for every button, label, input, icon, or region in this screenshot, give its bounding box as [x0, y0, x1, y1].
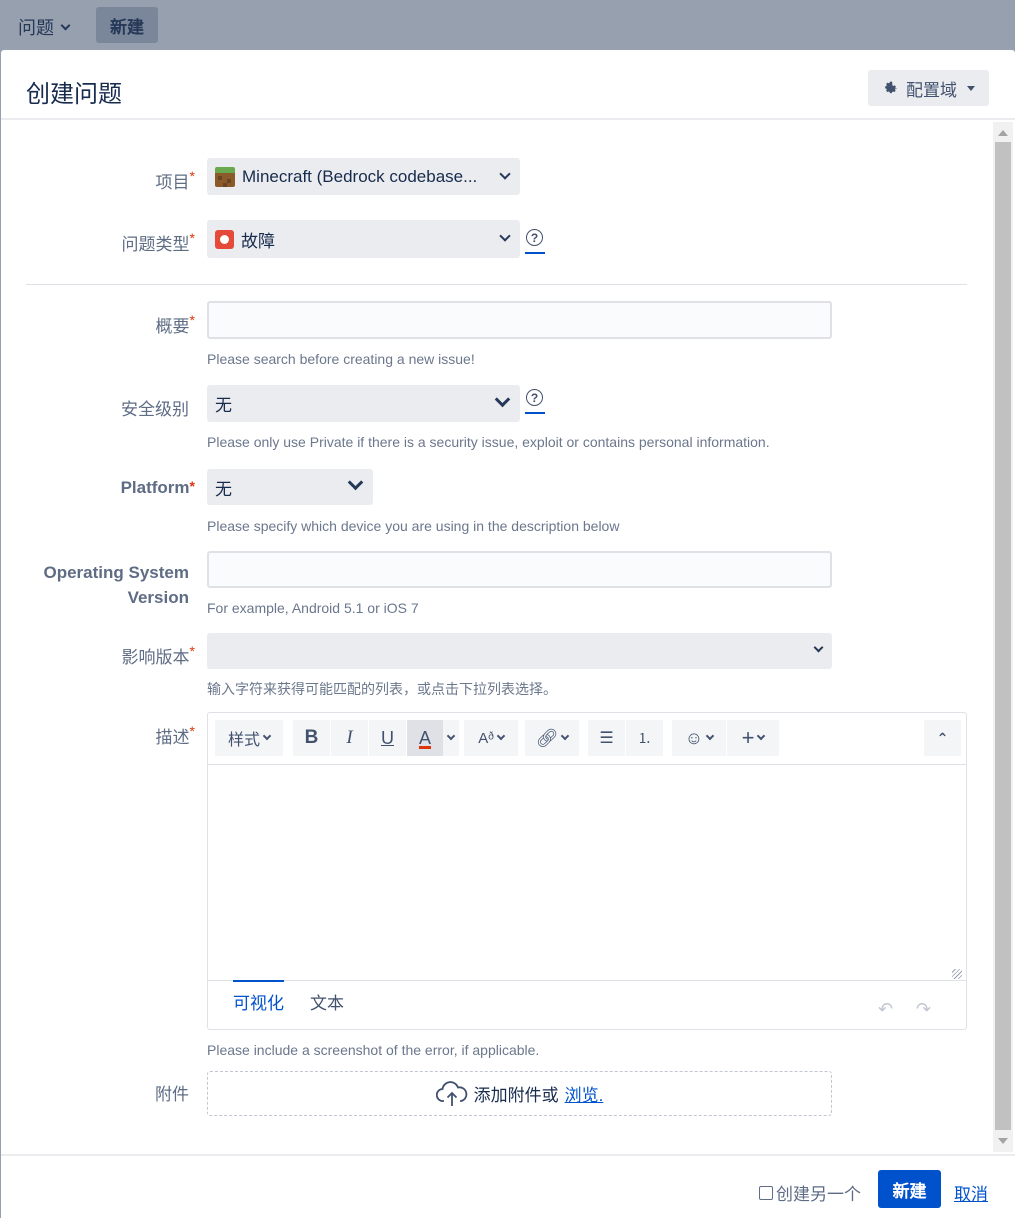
security-level-label: 安全级别: [121, 400, 189, 419]
chevron-down-icon: [494, 391, 511, 408]
undo-icon[interactable]: ↶: [878, 999, 893, 1020]
link-icon: 🔗︎: [535, 727, 559, 748]
bullet-list-icon: ☰: [599, 730, 614, 747]
bug-icon: [215, 229, 234, 249]
emoji-button[interactable]: ☺: [672, 720, 726, 756]
issues-menu[interactable]: 问题: [18, 14, 71, 40]
security-level-select[interactable]: 无: [207, 385, 520, 422]
divider: [26, 284, 967, 285]
project-label: 项目*: [155, 168, 195, 192]
minecraft-project-icon: [215, 166, 235, 187]
caret-down-icon: [967, 85, 975, 91]
numbered-list-button[interactable]: ⒈: [626, 720, 663, 756]
os-version-label: Operating System Version: [43, 563, 190, 607]
platform-select[interactable]: 无: [207, 469, 373, 505]
security-level-help-icon[interactable]: ?: [525, 389, 546, 414]
chevron-down-icon: [813, 642, 824, 653]
checkbox-box[interactable]: [759, 1185, 773, 1200]
scroll-up-icon[interactable]: [998, 130, 1008, 136]
browse-link[interactable]: 浏览.: [565, 1081, 604, 1106]
affects-version-label: 影响版本*: [121, 643, 195, 667]
chevron-down-icon: [347, 474, 364, 491]
issue-type-label: 问题类型*: [121, 230, 195, 254]
security-level-value: 无: [215, 396, 232, 415]
dialog-title: 创建问题: [26, 81, 122, 108]
tab-visual[interactable]: 可视化: [233, 980, 284, 1018]
description-editor: 样式 B I U A Aᶞ 🔗︎ ☰ ⒈ ☺ + ⌃ 可视化 文本 ↶ ↷: [207, 712, 967, 1030]
double-chevron-up-icon: ⌃: [936, 729, 949, 746]
issue-type-value: 故障: [241, 231, 275, 251]
editor-toolbar: 样式 B I U A Aᶞ 🔗︎ ☰ ⒈ ☺ + ⌃: [208, 713, 966, 765]
issues-menu-label: 问题: [18, 18, 54, 38]
style-dropdown[interactable]: 样式: [215, 720, 283, 756]
scroll-down-icon[interactable]: [998, 1138, 1008, 1144]
attachment-label: 附件: [155, 1085, 189, 1104]
resize-handle[interactable]: [952, 969, 962, 979]
scrollbar-thumb[interactable]: [995, 142, 1011, 1130]
description-hint: Please include a screenshot of the error…: [207, 1042, 540, 1058]
cloud-upload-icon: [435, 1080, 467, 1106]
create-button[interactable]: 新建: [878, 1170, 941, 1208]
issue-type-help-icon[interactable]: ?: [525, 229, 546, 254]
scrollbar[interactable]: [993, 122, 1013, 1152]
chevron-down-icon: [499, 168, 511, 180]
bold-button[interactable]: B: [293, 720, 330, 756]
create-another-label: 创建另一个: [776, 1185, 861, 1204]
dialog-footer: 创建另一个 新建 取消: [1, 1154, 1015, 1218]
platform-value: 无: [215, 479, 232, 499]
security-level-description: Please only use Private if there is a se…: [207, 434, 770, 450]
chevron-down-icon: [60, 20, 71, 30]
create-another-checkbox[interactable]: 创建另一个: [759, 1180, 861, 1205]
project-select[interactable]: Minecraft (Bedrock codebase...: [207, 158, 520, 195]
plus-icon: +: [741, 725, 755, 750]
summary-description: Please search before creating a new issu…: [207, 351, 475, 367]
platform-description: Please specify which device you are usin…: [207, 518, 620, 534]
dialog-header: 创建问题 配置域: [1, 50, 1015, 120]
affects-version-select[interactable]: [207, 633, 832, 669]
top-navigation: 问题 新建: [0, 0, 1015, 50]
editor-mode-tabs: 可视化 文本 ↶ ↷: [208, 980, 966, 1030]
bullet-list-button[interactable]: ☰: [588, 720, 625, 756]
numbered-list-icon: ⒈: [637, 730, 652, 746]
insert-more-button[interactable]: +: [727, 720, 779, 756]
chevron-down-icon: [499, 230, 511, 242]
text-effects-button[interactable]: Aᶞ: [464, 720, 518, 756]
underline-button[interactable]: U: [369, 720, 406, 756]
project-value: Minecraft (Bedrock codebase...: [242, 166, 478, 186]
link-button[interactable]: 🔗︎: [525, 720, 579, 756]
platform-label: Platform*: [120, 478, 195, 497]
cancel-link[interactable]: 取消: [954, 1180, 988, 1205]
italic-button[interactable]: I: [331, 720, 368, 756]
os-version-description: For example, Android 5.1 or iOS 7: [207, 600, 419, 616]
text-color-dropdown[interactable]: [443, 720, 459, 756]
gear-icon: [885, 81, 897, 94]
text-color-button[interactable]: A: [407, 720, 443, 756]
summary-input[interactable]: [207, 301, 832, 339]
configure-fields-label: 配置域: [906, 80, 957, 100]
nav-create-button[interactable]: 新建: [96, 7, 158, 43]
os-version-input[interactable]: [207, 551, 832, 588]
text-effects-icon: Aᶞ: [478, 729, 494, 747]
description-label: 描述*: [155, 723, 195, 747]
collapse-toolbar-button[interactable]: ⌃: [924, 720, 961, 756]
summary-label: 概要*: [155, 312, 195, 336]
description-textarea[interactable]: [208, 765, 966, 980]
affects-version-description: 输入字符来获得可能匹配的列表，或点击下拉列表选择。: [207, 681, 557, 697]
issue-type-select[interactable]: 故障: [207, 220, 520, 258]
tab-text[interactable]: 文本: [310, 989, 344, 1018]
attachment-text: 添加附件或: [473, 1086, 559, 1105]
create-issue-dialog: 创建问题 配置域 项目* Minecraft (Bedrock codebase…: [1, 50, 1015, 1218]
smiley-icon: ☺: [684, 727, 704, 748]
configure-fields-button[interactable]: 配置域: [868, 70, 989, 106]
redo-icon[interactable]: ↷: [916, 999, 931, 1020]
attachment-dropzone[interactable]: 添加附件或 浏览.: [207, 1071, 832, 1116]
